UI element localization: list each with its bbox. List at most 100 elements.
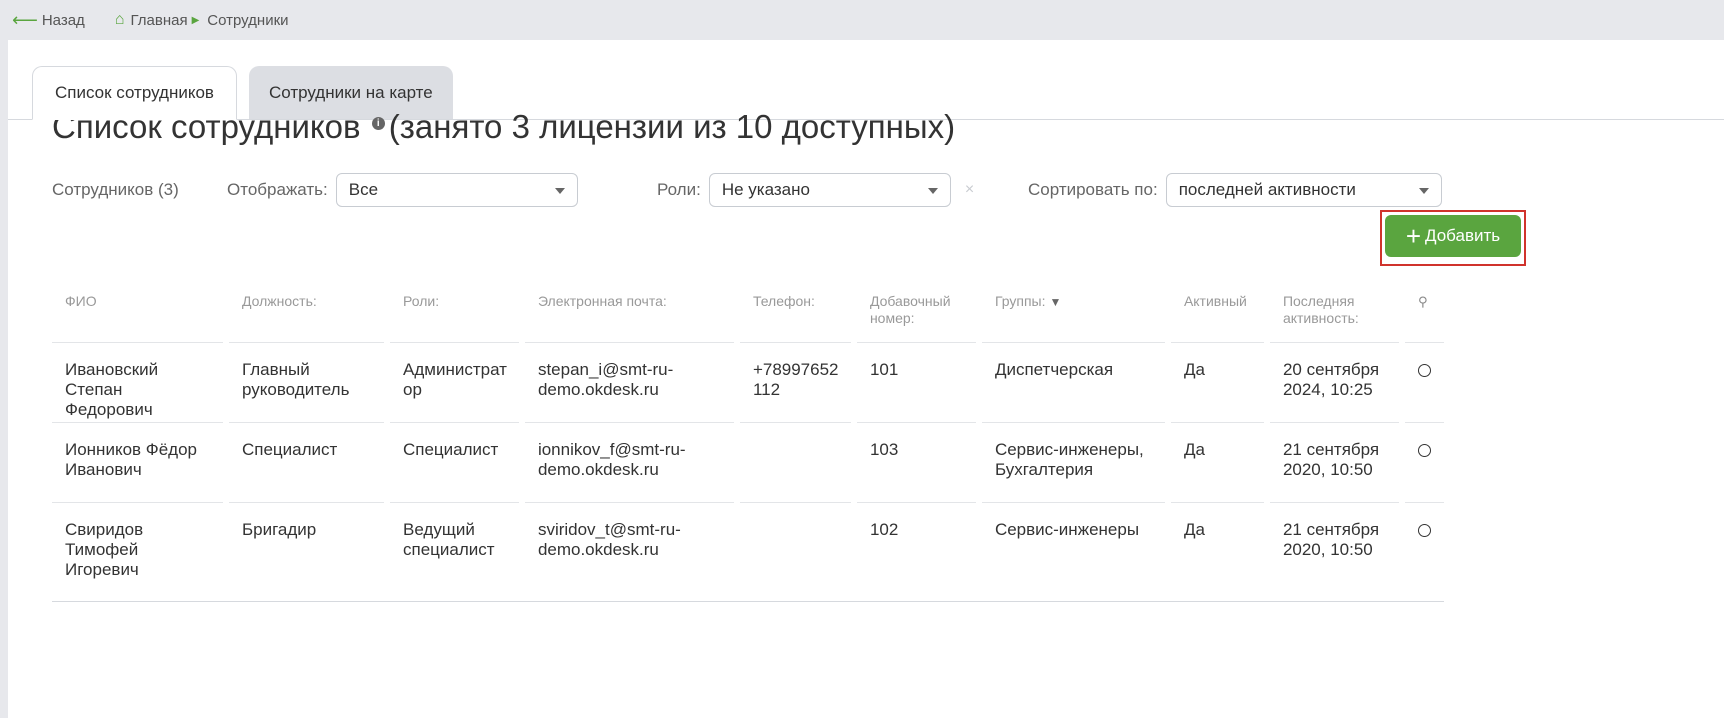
clear-roles-icon[interactable]: × (965, 181, 974, 199)
filter-row: Сотрудников (3) Отображать: Все Роли: Не… (52, 172, 1452, 208)
display-select[interactable]: Все (335, 173, 578, 207)
last-activity-line: 21 сентября (1282, 440, 1380, 459)
location-radio[interactable] (1417, 364, 1431, 377)
info-icon[interactable]: i (371, 117, 385, 130)
roles-select[interactable]: Не указано (708, 173, 951, 207)
cell-groups: Сервис-инженеры, Бухгалтерия (981, 423, 1165, 503)
back-label: Назад (41, 11, 85, 29)
email-line: demo.okdesk.ru (537, 380, 659, 399)
groups-line: Сервис-инженеры, (994, 440, 1144, 459)
col-header-email[interactable]: Электронная почта: (524, 283, 734, 343)
cell-name: Ионников Фёдор Иванович (52, 423, 223, 503)
table-row[interactable]: Свиридов Тимофей Игоревич Бригадир Ведущий… (52, 503, 1444, 602)
name-line: Свиридов (65, 520, 144, 539)
col-header-last-line2: активность: (1282, 310, 1359, 326)
groups-line: Сервис-инженеры (994, 520, 1140, 539)
cell-position: Бригадир (229, 503, 384, 602)
col-header-ext[interactable]: Добавочный номер: (856, 283, 976, 343)
position-line: руководитель (242, 380, 350, 399)
email-line: demo.okdesk.ru (537, 540, 659, 559)
name-line: Игоревич (65, 560, 139, 579)
add-employee-button[interactable]: + Добавить (1385, 215, 1521, 257)
cell-active: Да (1170, 423, 1264, 503)
position-line: Главный (242, 360, 310, 379)
cell-last-activity: 20 сентября 2024, 10:25 (1269, 343, 1399, 423)
col-header-last-line1: Последняя (1282, 293, 1355, 309)
col-header-active[interactable]: Активный (1170, 283, 1264, 343)
cell-location (1404, 423, 1444, 503)
cell-phone (739, 423, 851, 503)
col-header-groups-label: Группы: (994, 293, 1046, 309)
cell-roles: Ведущий специалист (390, 503, 519, 602)
cell-phone: +78997652 112 (739, 343, 851, 423)
cell-ext: 102 (856, 503, 976, 602)
groups-line: Бухгалтерия (994, 460, 1094, 479)
cell-roles: Администрат ор (390, 343, 519, 423)
last-activity-line: 20 сентября (1282, 360, 1380, 379)
breadcrumb-current: Сотрудники (207, 11, 289, 29)
position-line: Специалист (242, 440, 338, 459)
caret-down-icon (554, 188, 565, 194)
last-activity-line: 2020, 10:50 (1282, 460, 1373, 479)
cell-ext: 101 (856, 343, 976, 423)
table-row[interactable]: Ионников Фёдор Иванович Специалист Специа… (52, 423, 1444, 503)
cell-email: stepan_i@smt-ru-demo.okdesk.ru (524, 343, 734, 423)
email-line: ionnikov_f@smt-ru- (537, 440, 686, 459)
back-link[interactable]: ⟵ Назад (12, 11, 85, 29)
employee-count: Сотрудников (3) (52, 180, 179, 199)
cell-location (1404, 343, 1444, 423)
sort-select-value: последней активности (1178, 180, 1356, 199)
location-radio[interactable] (1417, 524, 1431, 537)
cell-location (1404, 503, 1444, 602)
name-line: Иванович (65, 460, 142, 479)
breadcrumb-home-link[interactable]: Главная (130, 12, 187, 29)
role-line: специалист (403, 540, 495, 559)
caret-down-icon (927, 188, 938, 194)
cell-position: Главный руководитель (229, 343, 384, 423)
chevron-right-icon: ▶ (191, 14, 200, 26)
table-row[interactable]: Ивановский Степан Федорович Главный руково… (52, 343, 1444, 423)
col-header-roles[interactable]: Роли: (390, 283, 519, 343)
name-line: Тимофей (65, 540, 139, 559)
groups-line: Диспетчерская (994, 360, 1114, 379)
plus-icon: + (1405, 221, 1422, 251)
arrow-left-icon: ⟵ (12, 10, 38, 30)
cell-ext: 103 (856, 423, 976, 503)
email-line: stepan_i@smt-ru- (537, 360, 674, 379)
cell-last-activity: 21 сентября 2020, 10:50 (1269, 503, 1399, 602)
cell-email: ionnikov_f@smt-ru-demo.okdesk.ru (524, 423, 734, 503)
position-line: Бригадир (242, 520, 317, 539)
name-line: Ионников Фёдор (65, 440, 197, 459)
phone-line: +78997652 (752, 360, 839, 379)
sort-select[interactable]: последней активности (1165, 173, 1442, 207)
role-line: ор (403, 380, 422, 399)
phone-line: 112 (752, 380, 781, 399)
caret-down-icon (1418, 188, 1429, 194)
location-radio[interactable] (1417, 444, 1431, 457)
top-bar: ⟵ Назад ⌂ Главная ▶ Сотрудники (0, 0, 1724, 40)
col-header-last-activity[interactable]: Последняя активность: (1269, 283, 1399, 343)
cell-groups: Сервис-инженеры (981, 503, 1165, 602)
display-select-value: Все (348, 180, 379, 199)
email-line: demo.okdesk.ru (537, 460, 659, 479)
col-header-name[interactable]: ФИО (52, 283, 223, 343)
col-header-location: ⚲ (1404, 283, 1444, 343)
col-header-groups[interactable]: Группы: ▼ (981, 283, 1165, 343)
roles-filter-label: Роли: (657, 180, 701, 199)
name-line: Ивановский (65, 360, 159, 379)
role-line: Специалист (403, 440, 499, 459)
table-header-row: ФИО Должность: Роли: Электронная почта: … (52, 283, 1444, 343)
sort-label: Сортировать по: (1028, 180, 1158, 199)
filter-icon[interactable]: ▼ (1049, 295, 1061, 309)
col-header-ext-line2: номер: (869, 310, 915, 326)
tab-employee-list[interactable]: Список сотрудников (32, 66, 237, 120)
add-button-label: Добавить (1425, 226, 1501, 245)
cell-active: Да (1170, 503, 1264, 602)
home-icon: ⌂ (114, 11, 125, 28)
col-header-position[interactable]: Должность: (229, 283, 384, 343)
col-header-phone[interactable]: Телефон: (739, 283, 851, 343)
cell-groups: Диспетчерская (981, 343, 1165, 423)
cell-last-activity: 21 сентября 2020, 10:50 (1269, 423, 1399, 503)
cell-position: Специалист (229, 423, 384, 503)
cell-name: Ивановский Степан Федорович (52, 343, 223, 423)
